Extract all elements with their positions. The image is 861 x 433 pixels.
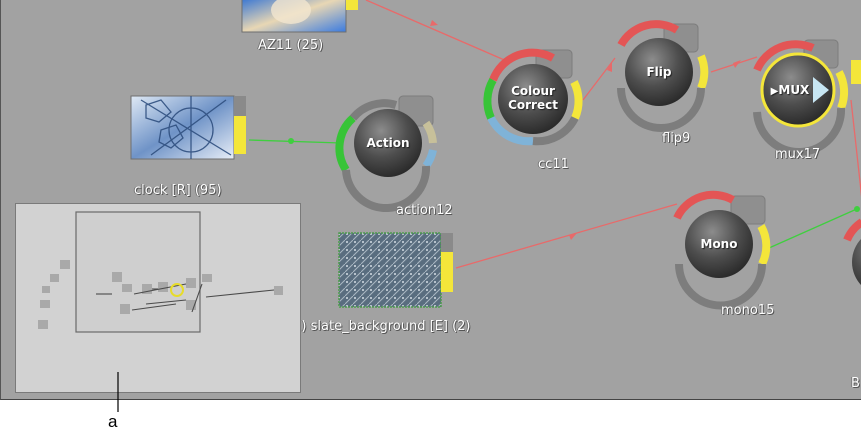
link-mux17-right xyxy=(850,99,861,197)
action-node-title: Action xyxy=(366,136,410,150)
mono-node-title: Mono xyxy=(700,237,738,251)
clock-label: clock [R] (95) xyxy=(134,183,222,198)
slate-label: (C1) slate_background [E] (2) xyxy=(279,319,471,334)
cc-label: cc11 xyxy=(538,157,569,172)
link-mono15-right xyxy=(768,206,860,249)
link-cc11-flip9 xyxy=(582,57,616,101)
mono-label: mono15 xyxy=(721,303,775,318)
clock-clip-node[interactable] xyxy=(130,95,246,160)
offscreen-node-label: B xyxy=(851,376,860,391)
mux-node-title: ▶MUX xyxy=(770,83,810,97)
flip-label: flip9 xyxy=(662,131,691,146)
cc-node-title-line2: Correct xyxy=(508,98,558,112)
navigator-viewport[interactable] xyxy=(75,211,201,333)
link-az11-cc11 xyxy=(365,0,510,63)
az11-clip-node[interactable] xyxy=(241,0,358,33)
flip-node-title: Flip xyxy=(646,65,672,79)
callout-label: a xyxy=(108,412,118,431)
action-node[interactable] xyxy=(335,95,437,212)
az11-label: AZ11 (25) xyxy=(258,38,324,53)
schematic-navigator[interactable] xyxy=(15,203,301,393)
navigator-overview xyxy=(38,211,283,333)
cc-node-title-line1: Colour xyxy=(511,84,555,98)
offscreen-node[interactable] xyxy=(843,60,861,296)
link-flip9-mux17 xyxy=(710,56,758,73)
link-slate-mono15 xyxy=(455,203,678,269)
callout-leader-line xyxy=(117,372,119,412)
schematic-canvas[interactable]: AZ11 (25) clock [R] (95) (C1) slate_back… xyxy=(0,0,861,400)
slate-clip-node[interactable] xyxy=(338,232,453,308)
mux-arrow-icon xyxy=(813,77,829,103)
mux-label: mux17 xyxy=(775,147,821,162)
action-label: action12 xyxy=(396,203,453,218)
link-clock-action xyxy=(248,138,342,144)
